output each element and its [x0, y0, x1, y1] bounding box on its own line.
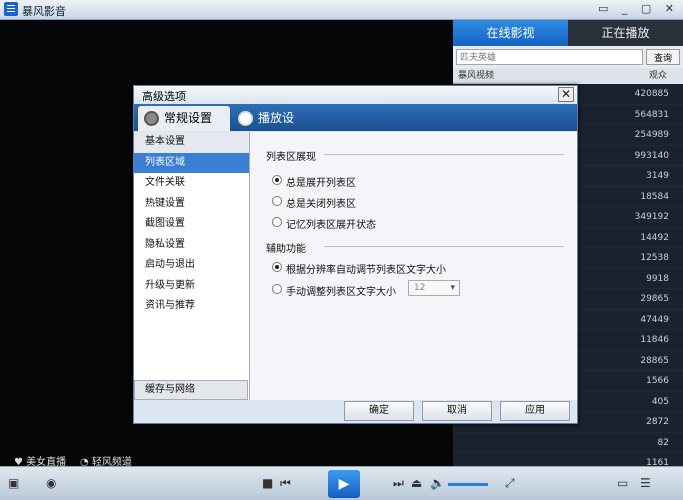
section-auxiliary: 辅助功能 [266, 240, 306, 255]
sort-dropdown[interactable]: 观众 [649, 68, 667, 84]
app-logo-icon[interactable] [4, 2, 18, 16]
list-item[interactable]: 82 [453, 433, 683, 454]
radio-always-close-label: 总是关闭列表区 [286, 199, 356, 210]
next-icon[interactable]: ⏭ [393, 476, 404, 491]
list-item-count: 18584 [640, 187, 669, 207]
font-size-value: 12 [414, 283, 425, 293]
list-item-count: 29865 [640, 289, 669, 309]
tab-now-playing[interactable]: 正在播放 [568, 20, 683, 46]
menu-item-hotkeys[interactable]: 热键设置 [134, 194, 249, 215]
radio-icon [272, 196, 282, 206]
list-icon[interactable]: ☰ [640, 476, 651, 490]
control-bar: ▣ ◉ ■ ⏮ ▶ ⏭ ⏏ 🔈 ⤢ ▭ ☰ [0, 466, 683, 500]
open-file-icon[interactable]: ⏏ [411, 476, 422, 490]
volume-slider[interactable] [448, 483, 488, 486]
list-item-count: 28865 [640, 351, 669, 371]
radio-remember-state-label: 记忆列表区展开状态 [286, 220, 376, 231]
list-item-count: 1566 [646, 371, 669, 391]
list-item-count: 564831 [635, 105, 669, 125]
radio-remember-state[interactable]: 记忆列表区展开状态 [286, 216, 376, 231]
menu-item-basic[interactable]: 基本设置 [134, 132, 249, 153]
menu-item-screenshot[interactable]: 截图设置 [134, 214, 249, 235]
cache-network-button[interactable]: 缓存与网络 [134, 380, 248, 400]
fullscreen-icon[interactable]: ⤢ [505, 476, 515, 491]
menu-item-privacy[interactable]: 隐私设置 [134, 235, 249, 256]
radio-manual-font-size-label: 手动调整列表区文字大小 [286, 287, 396, 298]
chevron-down-icon: ▾ [450, 281, 455, 295]
gear-icon [144, 111, 159, 126]
play-button[interactable]: ▶ [328, 470, 360, 498]
radio-auto-font-size-label: 根据分辨率自动调节列表区文字大小 [286, 265, 446, 276]
category-label: 暴风视频 [458, 71, 494, 81]
previous-icon[interactable]: ⏮ [280, 476, 291, 491]
apply-button[interactable]: 应用 [500, 401, 570, 421]
close-icon[interactable]: ✕ [558, 87, 574, 102]
radio-selected-icon [272, 175, 282, 185]
radio-selected-icon [272, 262, 282, 272]
radio-icon [272, 284, 282, 294]
tab-general-settings[interactable]: 常规设置 [138, 106, 230, 131]
list-item-count: 12538 [640, 248, 669, 268]
dialog-title: 高级选项 [134, 86, 577, 104]
list-item-count: 3149 [646, 166, 669, 186]
menu-item-news[interactable]: 资讯与推荐 [134, 296, 249, 317]
radio-always-expand[interactable]: 总是展开列表区 [286, 174, 356, 189]
ok-button[interactable]: 确定 [344, 401, 414, 421]
settings-pane: 列表区展现 总是展开列表区 总是关闭列表区 记忆列表区展开状态 辅助功能 根据分… [250, 132, 577, 400]
list-item-count: 254989 [635, 125, 669, 145]
radio-auto-font-size[interactable]: 根据分辨率自动调节列表区文字大小 [286, 261, 446, 276]
title-bar: 暴风影音 ▭ _ ▢ ✕ [0, 0, 683, 20]
menu-item-file-association[interactable]: 文件关联 [134, 173, 249, 194]
list-item-count: 349192 [635, 207, 669, 227]
list-item-count: 405 [652, 392, 669, 412]
list-item-count: 9918 [646, 269, 669, 289]
cancel-button[interactable]: 取消 [422, 401, 492, 421]
list-item-count: 82 [658, 433, 669, 453]
list-item-count: 2872 [646, 412, 669, 432]
tab-general-label: 常规设置 [164, 111, 212, 125]
menu-item-update[interactable]: 升级与更新 [134, 276, 249, 297]
hd-icon[interactable]: ▭ [617, 476, 628, 490]
list-item-count: 14492 [640, 228, 669, 248]
toolbox-icon[interactable]: ▣ [8, 476, 19, 490]
radio-icon [272, 217, 282, 227]
section-list-display: 列表区展现 [266, 148, 316, 163]
list-item-count: 11846 [640, 330, 669, 350]
menu-item-startup-exit[interactable]: 启动与退出 [134, 255, 249, 276]
window-controls-icon[interactable]: ▭ _ ▢ ✕ [598, 2, 679, 15]
list-item-count: 420885 [635, 84, 669, 104]
advanced-options-dialog: 高级选项 ✕ 常规设置 播放设置 基本设置 列表区域 文件关联 热键设置 截图设… [133, 85, 578, 424]
category-bar[interactable]: 暴风视频 观众 [453, 68, 683, 84]
app-title[interactable]: 暴风影音 [22, 3, 66, 19]
font-size-select[interactable]: 12 ▾ [408, 280, 460, 296]
radio-manual-font-size[interactable]: 手动调整列表区文字大小 [286, 283, 396, 298]
playback-gear-icon [238, 111, 253, 126]
list-item-count: 993140 [635, 146, 669, 166]
search-button[interactable]: 查询 [646, 49, 680, 65]
radio-always-expand-label: 总是展开列表区 [286, 178, 356, 189]
volume-icon[interactable]: 🔈 [430, 476, 445, 490]
tab-playback-settings[interactable]: 播放设置 [232, 106, 312, 131]
settings-menu: 基本设置 列表区域 文件关联 热键设置 截图设置 隐私设置 启动与退出 升级与更… [134, 132, 250, 400]
stop-icon[interactable]: ■ [262, 476, 273, 490]
eye-icon[interactable]: ◉ [46, 476, 56, 490]
search-input[interactable] [456, 49, 643, 65]
menu-item-list-area[interactable]: 列表区域 [134, 153, 249, 174]
list-item-count: 47449 [640, 310, 669, 330]
tab-online-video[interactable]: 在线影视 [453, 20, 568, 46]
radio-always-close[interactable]: 总是关闭列表区 [286, 195, 356, 210]
